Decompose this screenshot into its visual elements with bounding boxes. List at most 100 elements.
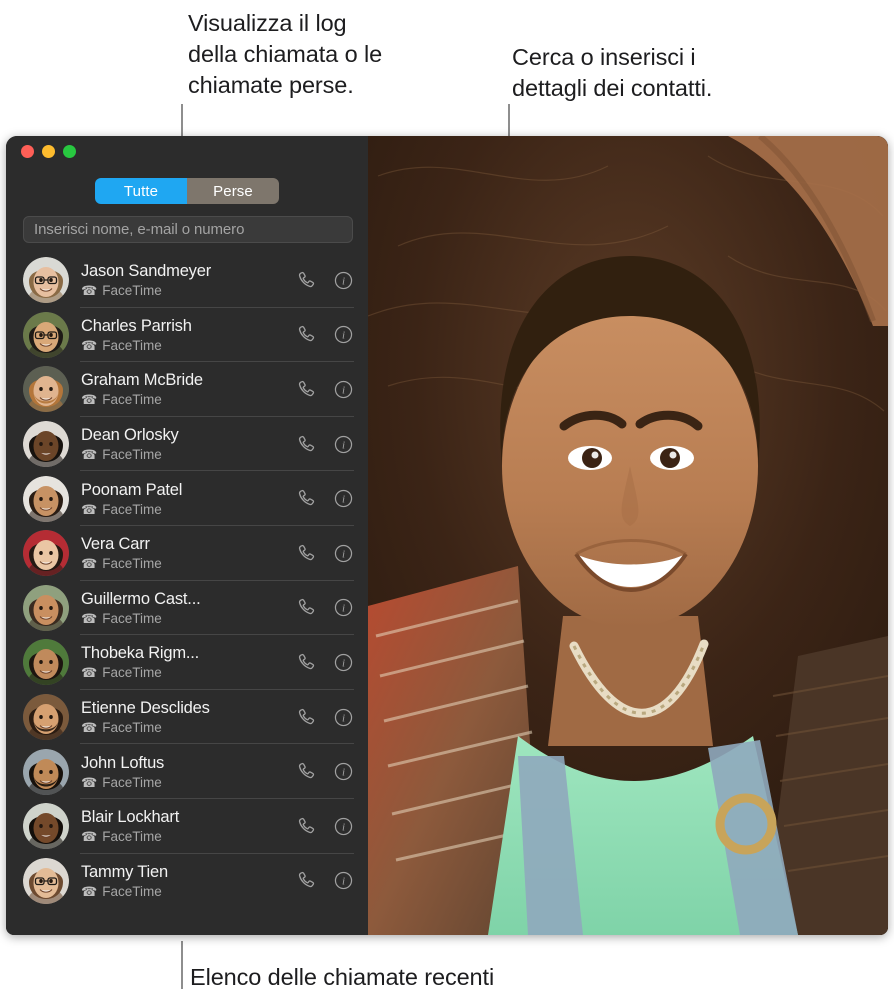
call-button[interactable] — [296, 707, 317, 728]
info-button[interactable]: i — [333, 270, 354, 291]
contact-info: Jason Sandmeyer ☎ FaceTime — [81, 261, 296, 299]
row-actions: i — [296, 870, 354, 891]
svg-text:i: i — [342, 603, 345, 615]
recent-call-row[interactable]: Thobeka Rigm... ☎ FaceTime i — [6, 635, 368, 690]
recent-call-row[interactable]: Graham McBride ☎ FaceTime i — [6, 362, 368, 417]
call-button[interactable] — [296, 434, 317, 455]
avatar-image — [23, 748, 69, 795]
contact-service-label: FaceTime — [102, 774, 162, 790]
call-button[interactable] — [296, 324, 317, 345]
search-input[interactable]: Inserisci nome, e-mail o numero — [23, 216, 353, 243]
contact-service-label: FaceTime — [102, 283, 162, 299]
avatar-image — [23, 584, 69, 631]
contact-name: Etienne Desclides — [81, 699, 210, 718]
contact-name: Thobeka Rigm... — [81, 644, 200, 663]
zoom-button[interactable] — [63, 145, 76, 158]
avatar-image — [23, 639, 69, 686]
call-button[interactable] — [296, 543, 317, 564]
info-button[interactable]: i — [333, 597, 354, 618]
recent-call-row[interactable]: Charles Parrish ☎ FaceTime i — [6, 308, 368, 363]
contact-name: Jason Sandmeyer — [81, 262, 211, 281]
avatar-image — [23, 421, 69, 468]
info-button[interactable]: i — [333, 870, 354, 891]
call-button[interactable] — [296, 379, 317, 400]
call-button[interactable] — [296, 870, 317, 891]
phone-handset-small-icon: ☎ — [81, 774, 98, 790]
contact-name: Vera Carr — [81, 535, 150, 554]
contact-info: Tammy Tien ☎ FaceTime — [81, 862, 296, 900]
row-actions: i — [296, 761, 354, 782]
info-button[interactable]: i — [333, 434, 354, 455]
svg-text:i: i — [342, 548, 345, 560]
calls-filter-segmented-control[interactable]: Tutte Perse — [95, 178, 279, 204]
contact-service-label: FaceTime — [102, 337, 162, 353]
contact-avatar — [23, 366, 69, 413]
svg-text:i: i — [342, 275, 345, 287]
tab-missed-calls[interactable]: Perse — [187, 178, 279, 204]
close-button[interactable] — [21, 145, 34, 158]
info-button[interactable]: i — [333, 652, 354, 673]
callout-text-call-log: Visualizza il log della chiamata o le ch… — [188, 10, 383, 98]
phone-handset-small-icon: ☎ — [81, 829, 98, 845]
contact-avatar — [23, 257, 69, 304]
info-button[interactable]: i — [333, 543, 354, 564]
avatar-image — [23, 530, 69, 577]
video-preview-pane[interactable] — [368, 136, 888, 935]
recent-call-row[interactable]: Guillermo Cast... ☎ FaceTime i — [6, 581, 368, 636]
info-button[interactable]: i — [333, 816, 354, 837]
phone-handset-small-icon: ☎ — [81, 447, 98, 463]
phone-handset-small-icon: ☎ — [81, 556, 98, 572]
contact-info: Vera Carr ☎ FaceTime — [81, 534, 296, 572]
info-button[interactable]: i — [333, 707, 354, 728]
recent-call-row[interactable]: Poonam Patel ☎ FaceTime i — [6, 471, 368, 526]
recent-call-row[interactable]: Tammy Tien ☎ FaceTime i — [6, 854, 368, 909]
call-button[interactable] — [296, 270, 317, 291]
contact-service-label: FaceTime — [102, 392, 162, 408]
svg-text:i: i — [342, 876, 345, 888]
contact-info: Thobeka Rigm... ☎ FaceTime — [81, 643, 296, 681]
avatar-image — [23, 366, 69, 413]
call-button[interactable] — [296, 816, 317, 837]
contact-service-label: FaceTime — [102, 501, 162, 517]
svg-text:i: i — [342, 330, 345, 342]
contact-avatar — [23, 803, 69, 850]
video-preview-image — [368, 136, 888, 935]
call-button[interactable] — [296, 761, 317, 782]
minimize-button[interactable] — [42, 145, 55, 158]
contact-avatar — [23, 530, 69, 577]
window-titlebar — [6, 136, 368, 176]
recent-call-row[interactable]: John Loftus ☎ FaceTime i — [6, 744, 368, 799]
tab-all-calls[interactable]: Tutte — [95, 178, 187, 204]
avatar-image — [23, 311, 69, 358]
avatar-image — [23, 694, 69, 741]
call-button[interactable] — [296, 652, 317, 673]
phone-handset-small-icon: ☎ — [81, 720, 98, 736]
recent-calls-list[interactable]: Jason Sandmeyer ☎ FaceTime i Charles Par… — [6, 253, 368, 935]
avatar-image — [23, 803, 69, 850]
info-button[interactable]: i — [333, 761, 354, 782]
contact-name: Charles Parrish — [81, 316, 192, 335]
recent-call-row[interactable]: Etienne Desclides ☎ FaceTime i — [6, 690, 368, 745]
recent-call-row[interactable]: Jason Sandmeyer ☎ FaceTime i — [6, 253, 368, 308]
call-button[interactable] — [296, 488, 317, 509]
svg-text:i: i — [342, 494, 345, 506]
contact-info: Etienne Desclides ☎ FaceTime — [81, 698, 296, 736]
info-button[interactable]: i — [333, 324, 354, 345]
svg-text:i: i — [342, 657, 345, 669]
row-actions: i — [296, 652, 354, 673]
row-actions: i — [296, 707, 354, 728]
row-actions: i — [296, 434, 354, 455]
contact-info: Guillermo Cast... ☎ FaceTime — [81, 589, 296, 627]
info-button[interactable]: i — [333, 379, 354, 400]
contact-service-label: FaceTime — [102, 883, 162, 899]
recent-call-row[interactable]: Vera Carr ☎ FaceTime i — [6, 526, 368, 581]
row-actions: i — [296, 543, 354, 564]
contact-avatar — [23, 857, 69, 904]
svg-text:i: i — [342, 767, 345, 779]
recent-call-row[interactable]: Dean Orlosky ☎ FaceTime i — [6, 417, 368, 472]
contact-service-label: FaceTime — [102, 447, 162, 463]
call-button[interactable] — [296, 597, 317, 618]
info-button[interactable]: i — [333, 488, 354, 509]
recent-call-row[interactable]: Blair Lockhart ☎ FaceTime i — [6, 799, 368, 854]
contact-avatar — [23, 694, 69, 741]
